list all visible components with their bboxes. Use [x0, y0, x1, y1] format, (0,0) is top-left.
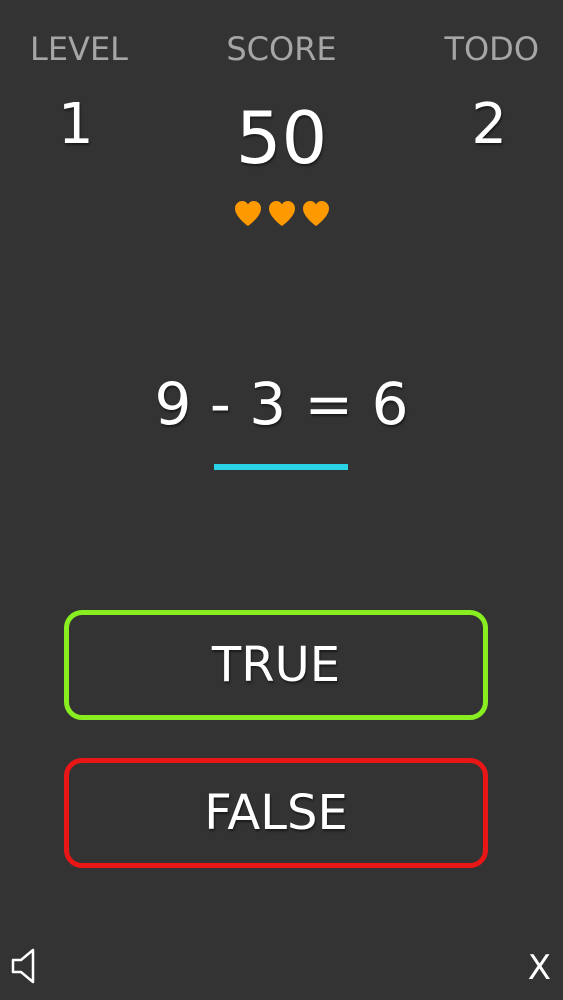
todo-label: TODO	[444, 30, 539, 68]
heart-icon	[232, 198, 264, 230]
lives-hearts	[0, 198, 563, 230]
speaker-icon-graphic	[11, 948, 35, 984]
speaker-icon[interactable]	[10, 946, 40, 986]
equation-underline	[214, 464, 348, 470]
todo-value: 2	[471, 92, 507, 157]
true-button[interactable]: TRUE	[64, 610, 488, 720]
heart-icon	[300, 198, 332, 230]
equation-text: 9 - 3 = 6	[154, 370, 409, 438]
heart-icon	[266, 198, 298, 230]
false-button[interactable]: FALSE	[64, 758, 488, 868]
close-button[interactable]: X	[528, 948, 551, 988]
